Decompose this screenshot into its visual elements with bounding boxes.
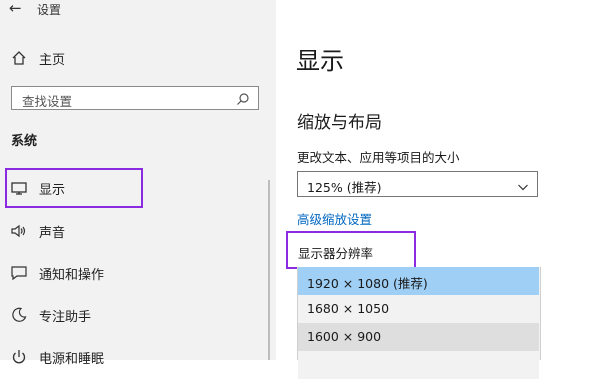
- scale-select[interactable]: 125% (推荐): [297, 171, 538, 197]
- moon-icon: [10, 306, 28, 324]
- sidebar-item-focus-assist[interactable]: 专注助手: [0, 297, 265, 333]
- search-icon[interactable]: [236, 91, 250, 110]
- advanced-scaling-link[interactable]: 高级缩放设置: [297, 209, 372, 228]
- page-title: 显示: [296, 47, 344, 75]
- resolution-option-selected[interactable]: 1920 × 1080 (推荐): [298, 267, 539, 295]
- sidebar-item-label: 电源和睡眠: [39, 352, 105, 367]
- highlight-box-resolution: [286, 231, 416, 269]
- sidebar-item-power-sleep[interactable]: 电源和睡眠: [0, 339, 265, 375]
- resolution-option-label: 1920 × 1080 (推荐): [307, 276, 428, 291]
- resolution-option[interactable]: 1600 × 900: [298, 323, 539, 351]
- highlight-box-display: [5, 168, 143, 208]
- search-input[interactable]: 查找设置: [11, 86, 259, 110]
- sidebar-item-label: 专注助手: [39, 310, 92, 325]
- resolution-option-label: 1600 × 900: [307, 329, 382, 344]
- resolution-option[interactable]: [298, 351, 539, 379]
- home-icon: [10, 49, 28, 67]
- sidebar-item-label: 主页: [39, 53, 66, 68]
- sidebar-item-label: 通知和操作: [39, 268, 105, 283]
- sidebar-item-sound[interactable]: 声音: [0, 213, 265, 249]
- notification-icon: [10, 264, 28, 282]
- speaker-icon: [10, 222, 28, 240]
- section-label: 系统: [11, 134, 38, 149]
- resolution-option-label: 1680 × 1050: [307, 301, 390, 316]
- resolution-option[interactable]: 1680 × 1050: [298, 295, 539, 323]
- resolution-dropdown-list[interactable]: 1920 × 1080 (推荐) 1680 × 1050 1600 × 900: [297, 267, 541, 379]
- sidebar: ← 设置 主页 查找设置 系统 显示 声音 通知和操作 专注助手 电源和睡眠: [0, 0, 276, 367]
- sidebar-item-label: 声音: [39, 226, 66, 241]
- sidebar-item-notifications[interactable]: 通知和操作: [0, 255, 265, 291]
- sidebar-scrollbar[interactable]: [268, 180, 270, 360]
- scale-select-value: 125% (推荐): [307, 180, 382, 195]
- scale-label: 更改文本、应用等项目的大小: [297, 150, 460, 165]
- scale-layout-heading: 缩放与布局: [297, 113, 382, 133]
- window-title: 设置: [37, 3, 62, 17]
- power-icon: [10, 348, 28, 366]
- sidebar-item-home[interactable]: 主页: [0, 40, 265, 76]
- chevron-down-icon: [517, 178, 529, 197]
- search-placeholder: 查找设置: [22, 94, 73, 109]
- back-arrow-icon[interactable]: ←: [9, 0, 22, 17]
